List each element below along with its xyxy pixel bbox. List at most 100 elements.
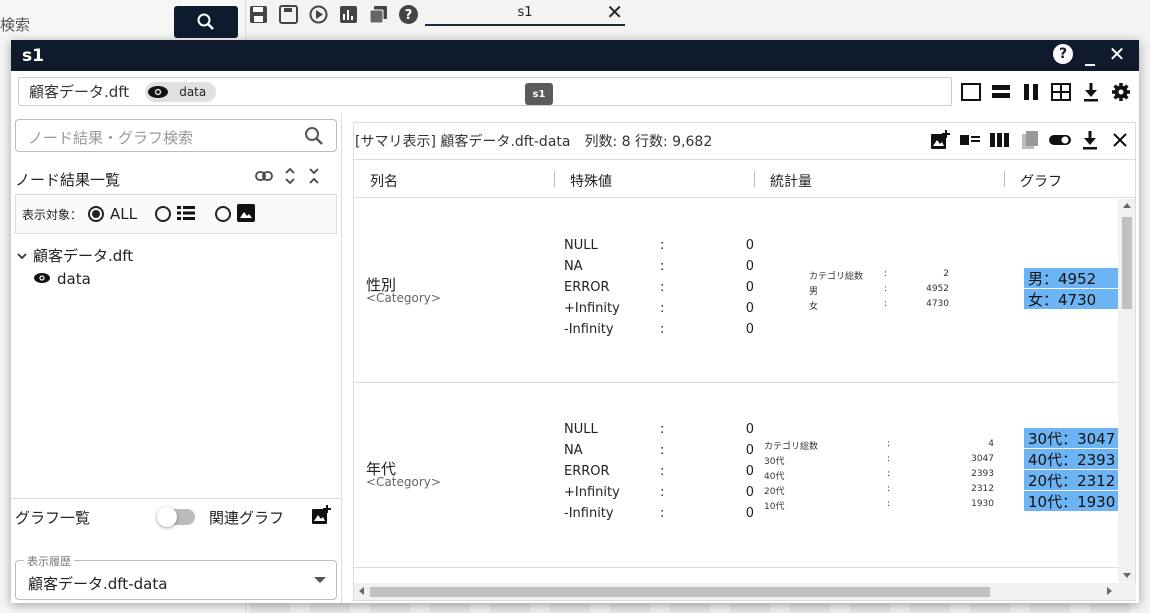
download-icon[interactable]: [1079, 129, 1101, 151]
column-header-name[interactable]: 列名: [370, 171, 398, 191]
column-header-stats[interactable]: 統計量: [770, 171, 812, 191]
close-icon[interactable]: ✕: [606, 0, 623, 24]
bar[interactable]: 10代：1930: [1024, 491, 1119, 511]
special-label: +Infinity: [564, 301, 620, 316]
stat-label: カテゴリ総数: [809, 272, 864, 282]
save-as-icon[interactable]: [278, 4, 299, 25]
column-divider[interactable]: [554, 171, 555, 187]
vertical-split-icon[interactable]: [1019, 80, 1042, 103]
copy-document-icon[interactable]: [1019, 129, 1041, 151]
special-label: -Infinity: [564, 506, 614, 521]
graph-bars: 30代：3047 40代：2393 20代：2312 10代：1930: [1024, 428, 1119, 512]
add-graph-icon[interactable]: [311, 505, 331, 529]
horizontal-split-icon[interactable]: [989, 80, 1012, 103]
file-bar: 顧客データ.dft data: [18, 77, 952, 106]
card-view-icon[interactable]: [959, 129, 981, 151]
scroll-left-arrow-icon[interactable]: [359, 587, 364, 595]
copy-icon[interactable]: [368, 4, 389, 25]
graph-list-section: グラフ一覧 関連グラフ: [11, 498, 342, 527]
stat-value: 1930: [971, 499, 994, 509]
help-icon[interactable]: ?: [398, 4, 419, 25]
window-minimize-button[interactable]: _: [1080, 44, 1100, 64]
single-layout-icon[interactable]: [959, 80, 982, 103]
summary-window: s1 ? _ ✕ 顧客データ.dft data s1 ノード結果・グラフ検索 ノ…: [11, 40, 1139, 603]
columns-view-icon[interactable]: [989, 129, 1011, 151]
window-title-bar[interactable]: s1 ? _ ✕: [11, 40, 1139, 71]
node-search-input[interactable]: ノード結果・グラフ検索: [15, 119, 337, 152]
toggle-icon[interactable]: [1049, 129, 1071, 151]
image-icon: [237, 203, 255, 225]
special-row: -Infinity: 0: [564, 506, 754, 527]
column-divider[interactable]: [754, 171, 755, 187]
chip-label: data: [179, 84, 207, 99]
svg-text:?: ?: [405, 8, 413, 23]
chart-icon[interactable]: [338, 4, 359, 25]
filter-table-radio[interactable]: [155, 206, 171, 222]
scroll-down-arrow-icon[interactable]: [1123, 573, 1131, 578]
history-value: 顧客データ.dft-data: [28, 575, 168, 593]
background-tab[interactable]: s1 ✕: [425, 0, 625, 26]
column-header-special[interactable]: 特殊値: [570, 171, 612, 191]
separator: :: [660, 259, 665, 274]
run-icon[interactable]: [308, 4, 329, 25]
statistics: カテゴリ総数: 2 男: 4952 女: 4730: [809, 269, 949, 314]
grid-layout-icon[interactable]: [1049, 80, 1072, 103]
horizontal-scrollbar[interactable]: [354, 583, 1136, 600]
background-search-text[interactable]: 検索: [0, 6, 170, 38]
link-icon[interactable]: [255, 167, 273, 189]
stat-value: 2: [943, 269, 949, 279]
separator: :: [884, 299, 888, 309]
search-icon[interactable]: [304, 126, 324, 150]
filter-image-radio[interactable]: [215, 206, 231, 222]
bar[interactable]: 女：4730: [1024, 289, 1119, 309]
window-help-button[interactable]: ?: [1053, 44, 1073, 64]
collapse-all-icon[interactable]: [307, 167, 321, 189]
scroll-up-arrow-icon[interactable]: [1123, 203, 1131, 208]
dropdown-arrow-icon: [314, 577, 326, 583]
graph-list-title: グラフ一覧: [15, 509, 91, 527]
stat-row: 男: 4952: [809, 284, 949, 299]
settings-gear-icon[interactable]: [1109, 80, 1132, 103]
bar[interactable]: 40代：2393: [1024, 449, 1119, 469]
vertical-scroll-thumb[interactable]: [1122, 217, 1132, 309]
close-icon[interactable]: [1109, 129, 1131, 151]
window-title: s1: [22, 45, 44, 66]
chevron-down-icon[interactable]: [17, 246, 27, 264]
bar[interactable]: 30代：3047: [1024, 428, 1119, 448]
window-close-button[interactable]: ✕: [1107, 44, 1127, 64]
filter-all-radio[interactable]: [88, 206, 105, 222]
bar[interactable]: 男：4952: [1024, 268, 1119, 288]
download-icon[interactable]: [1079, 80, 1102, 103]
table-row[interactable]: 性別 <Category> NULL:0 NA:0 ERROR:0 +Infin…: [354, 199, 1119, 383]
horizontal-scroll-thumb[interactable]: [370, 587, 990, 597]
eye-icon: [33, 270, 51, 288]
background-search-button[interactable]: [174, 6, 238, 38]
expand-all-icon[interactable]: [283, 167, 297, 189]
special-row: ERROR: 0: [564, 280, 754, 301]
special-row: +Infinity: 0: [564, 485, 754, 506]
stat-value: 2393: [971, 469, 994, 479]
stat-row: 30代: 3047: [764, 454, 994, 469]
table-row[interactable]: 年代 <Category> NULL:0 NA:0 ERROR:0 +Infin…: [354, 384, 1119, 568]
save-icon[interactable]: [248, 4, 269, 25]
s1-badge: s1: [525, 83, 553, 105]
tree-node-parent[interactable]: 顧客データ.dft: [17, 243, 133, 267]
column-divider[interactable]: [1004, 171, 1005, 187]
special-label: -Infinity: [564, 322, 614, 337]
tree-node-child[interactable]: data: [17, 267, 133, 291]
add-image-icon[interactable]: [929, 129, 951, 151]
display-history-select[interactable]: 表示履歴 顧客データ.dft-data: [15, 553, 337, 600]
stat-label: 40代: [764, 472, 785, 482]
column-header-graph[interactable]: グラフ: [1020, 171, 1062, 191]
bar[interactable]: 20代：2312: [1024, 470, 1119, 490]
tree-child-label: data: [57, 270, 91, 288]
data-chip[interactable]: data: [145, 81, 217, 102]
related-graph-toggle[interactable]: [157, 507, 195, 527]
background-toolbar: ?: [248, 2, 419, 26]
special-row: -Infinity: 0: [564, 322, 754, 343]
separator: :: [887, 499, 891, 509]
special-label: NULL: [564, 422, 598, 437]
scroll-right-arrow-icon[interactable]: [1107, 587, 1112, 595]
vertical-scrollbar[interactable]: [1118, 199, 1135, 582]
separator: :: [660, 464, 665, 479]
